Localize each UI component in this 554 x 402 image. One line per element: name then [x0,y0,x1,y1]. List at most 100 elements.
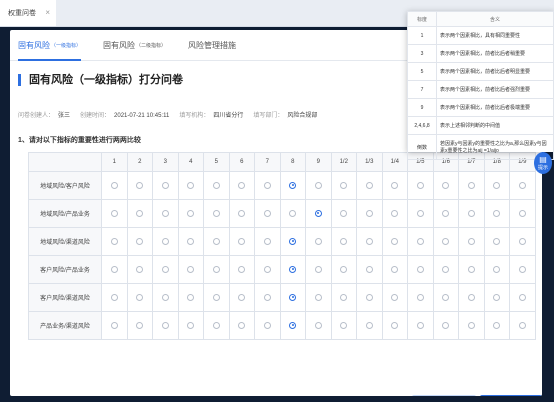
radio-option[interactable] [365,293,373,301]
radio-option[interactable] [391,181,399,189]
radio-option[interactable] [212,209,220,217]
radio-selected[interactable] [289,265,297,273]
radio-option[interactable] [391,293,399,301]
radio-option[interactable] [442,181,450,189]
radio-option[interactable] [467,265,475,273]
close-icon[interactable]: × [45,8,50,17]
help-float-button[interactable]: ▤ 提示 [534,152,552,174]
radio-option[interactable] [314,181,322,189]
radio-option[interactable] [467,209,475,217]
radio-option[interactable] [518,265,526,273]
radio-option[interactable] [467,237,475,245]
radio-option[interactable] [187,265,195,273]
radio-option[interactable] [263,265,271,273]
radio-option[interactable] [365,265,373,273]
radio-option[interactable] [212,181,220,189]
radio-option[interactable] [340,293,348,301]
radio-option[interactable] [416,181,424,189]
radio-option[interactable] [416,209,424,217]
radio-option[interactable] [493,265,501,273]
radio-option[interactable] [161,321,169,329]
radio-option[interactable] [238,209,246,217]
radio-selected[interactable] [289,293,297,301]
radio-option[interactable] [493,293,501,301]
radio-option[interactable] [340,209,348,217]
radio-option[interactable] [391,209,399,217]
radio-option[interactable] [136,265,144,273]
tab-inherent-risk-level1[interactable]: 固有风险 （一级指标） [18,30,82,61]
radio-option[interactable] [110,209,118,217]
radio-option[interactable] [161,209,169,217]
radio-option[interactable] [110,293,118,301]
radio-selected[interactable] [289,321,297,329]
radio-option[interactable] [493,321,501,329]
radio-option[interactable] [391,321,399,329]
radio-selected[interactable] [289,181,297,189]
radio-option[interactable] [263,237,271,245]
radio-option[interactable] [442,293,450,301]
radio-option[interactable] [314,293,322,301]
radio-option[interactable] [416,265,424,273]
radio-option[interactable] [238,265,246,273]
radio-option[interactable] [136,293,144,301]
radio-option[interactable] [365,237,373,245]
radio-option[interactable] [110,265,118,273]
radio-option[interactable] [212,265,220,273]
radio-option[interactable] [467,293,475,301]
radio-option[interactable] [365,181,373,189]
radio-option[interactable] [212,293,220,301]
radio-option[interactable] [493,237,501,245]
radio-option[interactable] [391,265,399,273]
radio-option[interactable] [340,265,348,273]
radio-option[interactable] [416,293,424,301]
tab-inherent-risk-level2[interactable]: 固有风险 （二级指标） [103,30,166,60]
radio-option[interactable] [161,265,169,273]
radio-option[interactable] [263,181,271,189]
radio-option[interactable] [518,237,526,245]
radio-option[interactable] [467,181,475,189]
radio-option[interactable] [238,321,246,329]
radio-option[interactable] [136,181,144,189]
radio-option[interactable] [161,237,169,245]
radio-option[interactable] [442,237,450,245]
radio-option[interactable] [442,265,450,273]
radio-option[interactable] [263,209,271,217]
radio-option[interactable] [340,181,348,189]
radio-option[interactable] [314,237,322,245]
radio-option[interactable] [136,237,144,245]
radio-option[interactable] [340,321,348,329]
radio-option[interactable] [518,209,526,217]
radio-option[interactable] [416,237,424,245]
radio-option[interactable] [493,181,501,189]
radio-selected[interactable] [314,209,322,217]
radio-option[interactable] [518,181,526,189]
radio-option[interactable] [136,321,144,329]
radio-option[interactable] [467,321,475,329]
radio-option[interactable] [187,293,195,301]
radio-option[interactable] [391,237,399,245]
radio-option[interactable] [136,209,144,217]
radio-option[interactable] [442,209,450,217]
radio-option[interactable] [110,237,118,245]
radio-option[interactable] [493,209,501,217]
save-button[interactable]: 保 存 [412,395,476,396]
radio-option[interactable] [518,293,526,301]
radio-selected[interactable] [289,237,297,245]
radio-option[interactable] [442,321,450,329]
radio-option[interactable] [238,293,246,301]
radio-option[interactable] [187,181,195,189]
radio-option[interactable] [340,237,348,245]
radio-option[interactable] [314,265,322,273]
radio-option[interactable] [187,209,195,217]
radio-option[interactable] [238,237,246,245]
radio-option[interactable] [110,321,118,329]
radio-option[interactable] [238,181,246,189]
radio-option[interactable] [518,321,526,329]
radio-option[interactable] [289,209,297,217]
radio-option[interactable] [110,181,118,189]
radio-option[interactable] [187,237,195,245]
submit-button[interactable]: 提 交 [480,395,542,396]
radio-option[interactable] [263,293,271,301]
radio-option[interactable] [161,293,169,301]
radio-option[interactable] [263,321,271,329]
